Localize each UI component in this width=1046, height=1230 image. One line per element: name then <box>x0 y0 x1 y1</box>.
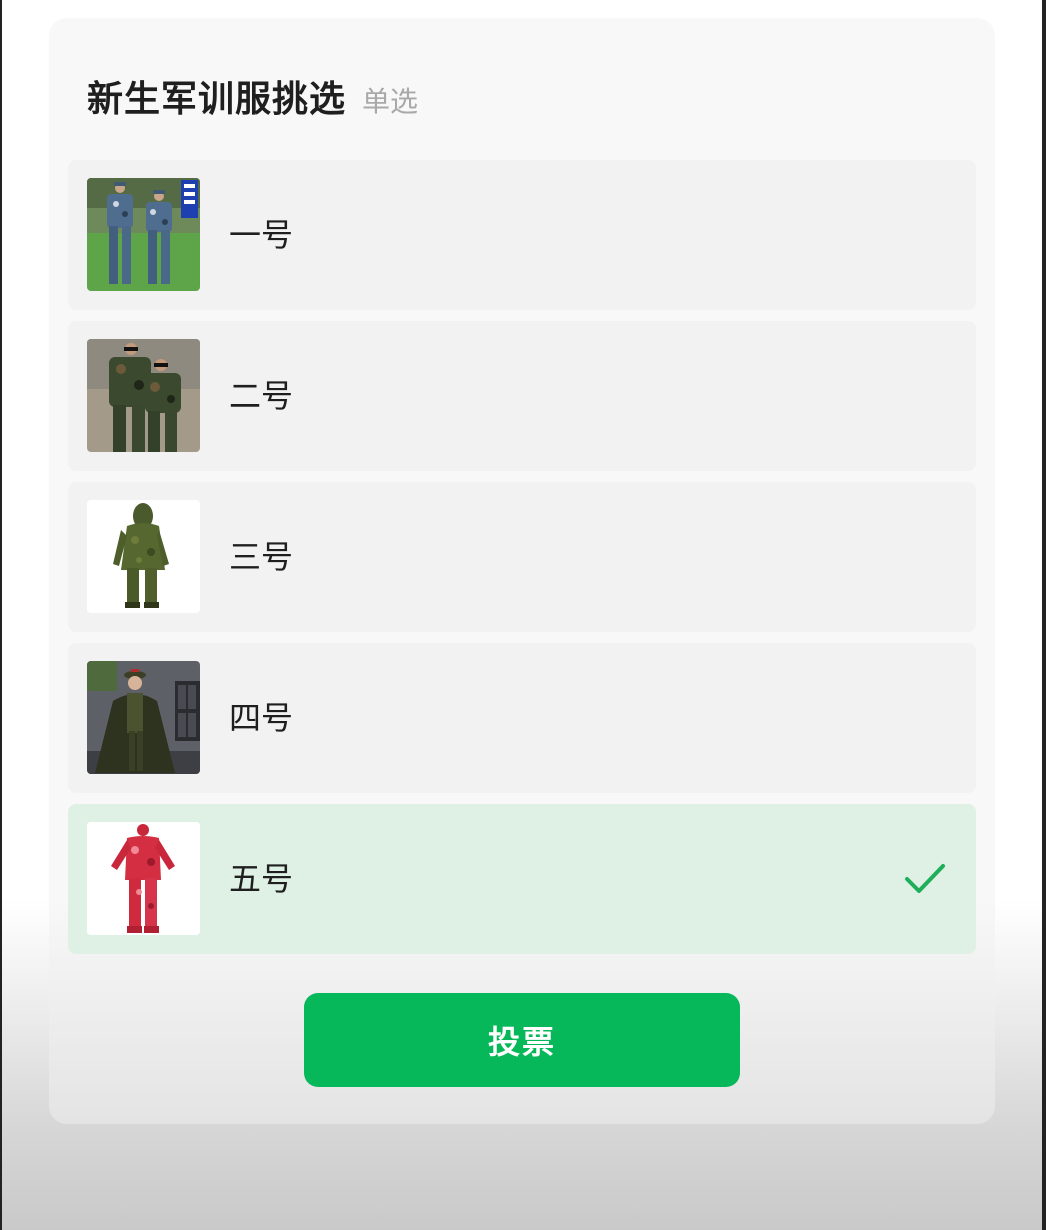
option-1-label: 一号 <box>229 216 294 254</box>
option-5-label: 五号 <box>229 860 294 898</box>
option-4-image <box>87 661 200 774</box>
option-3-image <box>87 500 200 613</box>
poll-option-5[interactable]: 五号 <box>68 804 976 954</box>
poll-option-2[interactable]: 二号 <box>68 321 976 471</box>
vote-button[interactable]: 投票 <box>304 993 740 1087</box>
screen-edge-left <box>0 0 2 1230</box>
poll-option-3[interactable]: 三号 <box>68 482 976 632</box>
checkmark-icon <box>905 864 945 893</box>
screen-edge-right <box>1042 0 1046 1230</box>
poll-title: 新生军训服挑选 <box>87 79 347 120</box>
poll-option-4[interactable]: 四号 <box>68 643 976 793</box>
option-4-label: 四号 <box>229 699 294 737</box>
poll-card: 新生军训服挑选 单选 一号 二号 三号 四号 五号 投票 <box>49 18 995 1124</box>
option-3-label: 三号 <box>229 538 294 576</box>
poll-option-1[interactable]: 一号 <box>68 160 976 310</box>
poll-header: 新生军训服挑选 单选 <box>87 70 418 120</box>
option-2-label: 二号 <box>229 377 294 415</box>
option-1-image <box>87 178 200 291</box>
poll-mode-label: 单选 <box>362 85 419 118</box>
option-5-image <box>87 822 200 935</box>
option-2-image <box>87 339 200 452</box>
